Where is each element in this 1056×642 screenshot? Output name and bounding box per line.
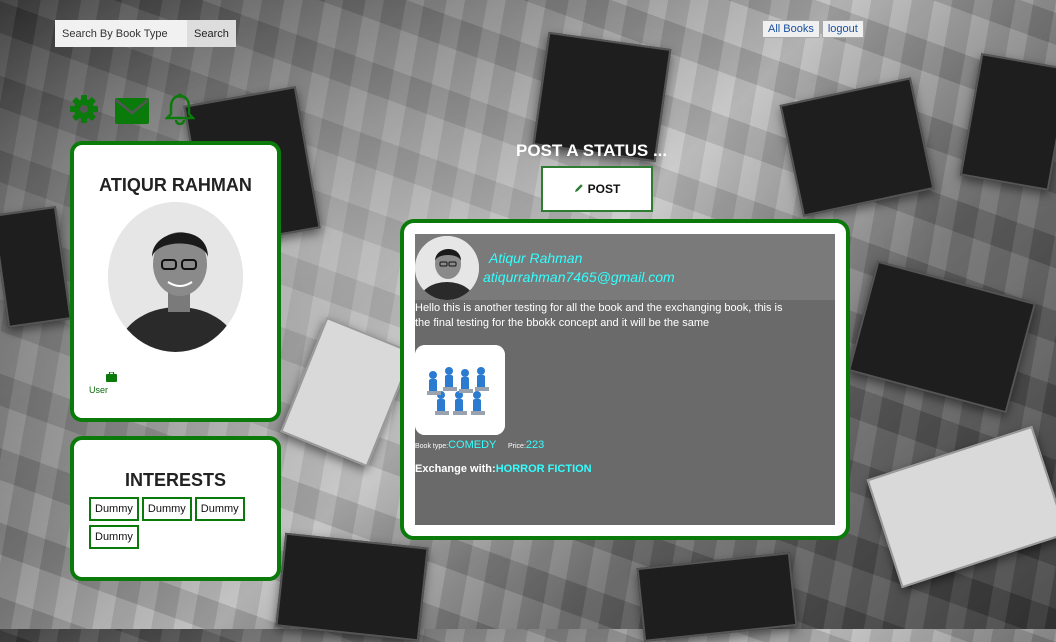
exchange-label: Exchange with: [415,463,496,475]
book-type-label: Book type: [415,443,449,450]
book-type-value: COMEDY [448,439,497,451]
top-nav: All Books logout [762,20,864,38]
search-button[interactable]: Search [187,20,236,47]
profile-name: ATIQUR RAHMAN [99,175,252,195]
post-status-title: POST A STATUS ... [516,141,668,160]
post-button[interactable]: POST [541,166,653,212]
exchange-value: HORROR FICTION [495,463,592,475]
interests-title: INTERESTS [124,470,226,490]
post-user-name[interactable]: Atiqur Rahman [489,250,582,266]
all-books-link[interactable]: All Books [762,20,820,38]
search-input[interactable] [55,20,187,47]
book-type: Book type:COMEDY [415,439,496,451]
search-bar: Search [55,20,236,47]
exchange-info: Exchange with:HORROR FICTION [415,463,592,475]
price: Price:223 [508,439,544,451]
pencil-icon [574,182,584,196]
background-book [636,552,798,642]
avatar [108,202,243,352]
bell-icon[interactable] [163,93,197,130]
background-book [0,206,72,328]
post-body: Atiqur Rahman atiqurrahman7465@gmail.com… [415,234,835,525]
price-label: Price: [508,443,526,450]
interest-chip[interactable]: Dummy [194,497,245,521]
background-book [280,316,414,468]
background-book [275,532,429,642]
logout-link[interactable]: logout [821,20,864,38]
interests-card: INTERESTS Dummy Dummy Dummy Dummy [70,436,281,581]
post-button-label: POST [587,182,621,196]
role-label: User [89,385,109,395]
background-book [848,260,1036,414]
post-book-image [415,345,505,435]
interest-chip[interactable]: Dummy [141,497,192,521]
post-avatar [415,236,479,300]
envelope-icon[interactable] [115,98,149,129]
interest-chip[interactable]: Dummy [89,525,139,549]
interest-list: Dummy Dummy Dummy Dummy [89,497,269,549]
interest-chip[interactable]: Dummy [89,497,139,521]
gear-icon[interactable] [70,95,98,128]
background-book [779,77,935,217]
background-book [959,53,1056,191]
background-book [866,425,1056,589]
profile-card: ATIQUR RAHMAN User [70,141,281,422]
post-user-email: atiqurrahman7465@gmail.com [483,269,675,285]
price-value: 223 [525,439,545,451]
post-text: Hello this is another testing for all th… [415,302,783,329]
post-card: Atiqur Rahman atiqurrahman7465@gmail.com… [400,219,850,540]
